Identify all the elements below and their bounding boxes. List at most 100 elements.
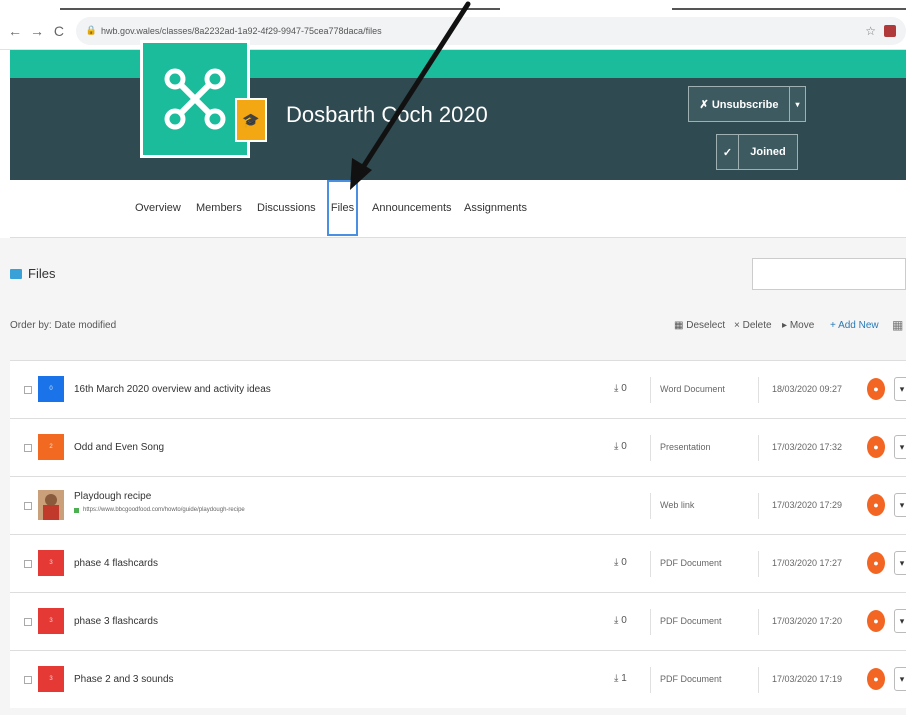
file-type: PDF Document xyxy=(660,616,722,626)
files-heading: Files xyxy=(10,266,55,281)
file-row[interactable]: 3 Phase 2 and 3 sounds ⤓ 1 PDF Document … xyxy=(10,650,906,708)
row-checkbox[interactable] xyxy=(24,560,32,568)
file-row[interactable]: 0 16th March 2020 overview and activity … xyxy=(10,360,906,418)
order-by-selector[interactable]: Order by: Date modified xyxy=(10,320,116,331)
add-new-label: Add New xyxy=(838,320,879,331)
file-type: Web link xyxy=(660,500,695,510)
row-checkbox[interactable] xyxy=(24,386,32,394)
row-menu-button[interactable]: ▾ xyxy=(894,609,906,633)
file-row[interactable]: Playdough recipe https://www.bbcgoodfood… xyxy=(10,476,906,534)
browser-toolbar: ← → C 🔒 hwb.gov.wales/classes/8a2232ad-1… xyxy=(0,12,906,50)
row-checkbox[interactable] xyxy=(24,676,32,684)
file-type: PDF Document xyxy=(660,558,722,568)
tab-discussions[interactable]: Discussions xyxy=(257,202,316,214)
delete-button[interactable]: × Delete xyxy=(734,320,772,331)
tab-files-label: Files xyxy=(330,202,355,214)
tab-members[interactable]: Members xyxy=(196,202,242,214)
row-menu-button[interactable]: ▾ xyxy=(894,435,906,459)
file-type: Presentation xyxy=(660,442,711,452)
download-count-value: 0 xyxy=(621,383,627,394)
check-icon: ✓ xyxy=(717,135,739,169)
file-name[interactable]: Odd and Even Song xyxy=(74,442,164,453)
class-tabs: Overview Members Discussions Files Annou… xyxy=(10,180,906,238)
tab-files[interactable]: Files xyxy=(327,180,358,236)
files-title: Files xyxy=(28,266,56,281)
deselect-icon: ▦ xyxy=(674,320,687,331)
divider xyxy=(758,609,759,635)
owner-avatar[interactable]: ● xyxy=(867,494,885,516)
file-link-url: https://www.bbcgoodfood.com/howto/guide/… xyxy=(83,507,245,513)
file-name[interactable]: Playdough recipe xyxy=(74,491,151,502)
divider xyxy=(650,377,651,403)
row-menu-button[interactable]: ▾ xyxy=(894,667,906,691)
download-count-value: 0 xyxy=(621,441,627,452)
unsubscribe-icon: ✗ xyxy=(699,98,712,111)
unsubscribe-label: Unsubscribe xyxy=(711,98,779,111)
owner-avatar[interactable]: ● xyxy=(867,552,885,574)
file-date: 17/03/2020 17:27 xyxy=(772,558,843,568)
row-menu-button[interactable]: ▾ xyxy=(894,551,906,575)
add-new-button[interactable]: + Add New xyxy=(830,320,879,331)
divider xyxy=(650,609,651,635)
file-type: PDF Document xyxy=(660,674,722,684)
row-checkbox[interactable] xyxy=(24,618,32,626)
file-type: Word Document xyxy=(660,384,725,394)
file-date: 17/03/2020 17:20 xyxy=(772,616,843,626)
download-count-value: 1 xyxy=(621,673,627,684)
download-count-value: 0 xyxy=(621,557,627,568)
row-menu-button[interactable]: ▾ xyxy=(894,377,906,401)
delete-label: Delete xyxy=(742,320,772,331)
file-row[interactable]: 3 phase 4 flashcards ⤓ 0 PDF Document 17… xyxy=(10,534,906,592)
divider xyxy=(758,377,759,403)
file-name[interactable]: phase 4 flashcards xyxy=(74,558,158,569)
joined-label: Joined xyxy=(750,146,786,158)
tab-overview[interactable]: Overview xyxy=(135,202,181,214)
joined-button[interactable]: ✓ Joined xyxy=(716,134,798,170)
file-row[interactable]: 3 phase 3 flashcards ⤓ 0 PDF Document 17… xyxy=(10,592,906,650)
download-count: ⤓ 0 xyxy=(614,615,627,626)
file-row[interactable]: 2 Odd and Even Song ⤓ 0 Presentation 17/… xyxy=(10,418,906,476)
reload-icon[interactable]: C xyxy=(52,23,66,39)
extension-icon[interactable] xyxy=(884,24,896,37)
presentation-file-icon: 2 xyxy=(38,434,64,460)
download-count: ⤓ 1 xyxy=(614,673,627,684)
move-icon: ▸ xyxy=(782,320,790,331)
tab-announcements[interactable]: Announcements xyxy=(372,202,452,214)
chevron-down-icon[interactable]: ▾ xyxy=(789,87,805,121)
divider xyxy=(758,667,759,693)
divider xyxy=(758,435,759,461)
owner-avatar[interactable]: ● xyxy=(867,378,885,400)
owner-avatar[interactable]: ● xyxy=(867,668,885,690)
file-name[interactable]: 16th March 2020 overview and activity id… xyxy=(74,384,271,395)
file-date: 18/03/2020 09:27 xyxy=(772,384,843,394)
forward-icon[interactable]: → xyxy=(30,23,44,39)
playdough-thumbnail xyxy=(38,490,64,520)
plus-icon: + xyxy=(830,320,839,331)
tab-assignments[interactable]: Assignments xyxy=(464,202,527,214)
deselect-label: Deselect xyxy=(686,320,726,331)
move-button[interactable]: ▸ Move xyxy=(782,320,814,331)
search-input[interactable] xyxy=(752,258,906,290)
divider xyxy=(650,435,651,461)
row-menu-button[interactable]: ▾ xyxy=(894,493,906,517)
row-checkbox[interactable] xyxy=(24,444,32,452)
row-checkbox[interactable] xyxy=(24,502,32,510)
download-count-value: 0 xyxy=(621,615,627,626)
file-link[interactable]: https://www.bbcgoodfood.com/howto/guide/… xyxy=(74,507,245,513)
top-strip xyxy=(0,0,906,12)
bookmark-star-icon[interactable]: ☆ xyxy=(865,24,876,38)
file-name[interactable]: phase 3 flashcards xyxy=(74,616,158,627)
file-name[interactable]: Phase 2 and 3 sounds xyxy=(74,674,174,685)
word-file-icon: 0 xyxy=(38,376,64,402)
back-icon[interactable]: ← xyxy=(8,23,22,39)
unsubscribe-button[interactable]: ✗ Unsubscribe ▾ xyxy=(688,86,806,122)
owner-avatar[interactable]: ● xyxy=(867,436,885,458)
owner-avatar[interactable]: ● xyxy=(867,610,885,632)
pdf-file-icon: 3 xyxy=(38,608,64,634)
grid-view-icon[interactable]: ▦ xyxy=(892,318,903,332)
download-count: ⤓ 0 xyxy=(614,383,627,394)
url-text: hwb.gov.wales/classes/8a2232ad-1a92-4f29… xyxy=(101,25,382,36)
network-icon xyxy=(164,68,226,130)
deselect-button[interactable]: ▦ Deselect xyxy=(674,320,725,331)
link-icon xyxy=(74,507,79,513)
